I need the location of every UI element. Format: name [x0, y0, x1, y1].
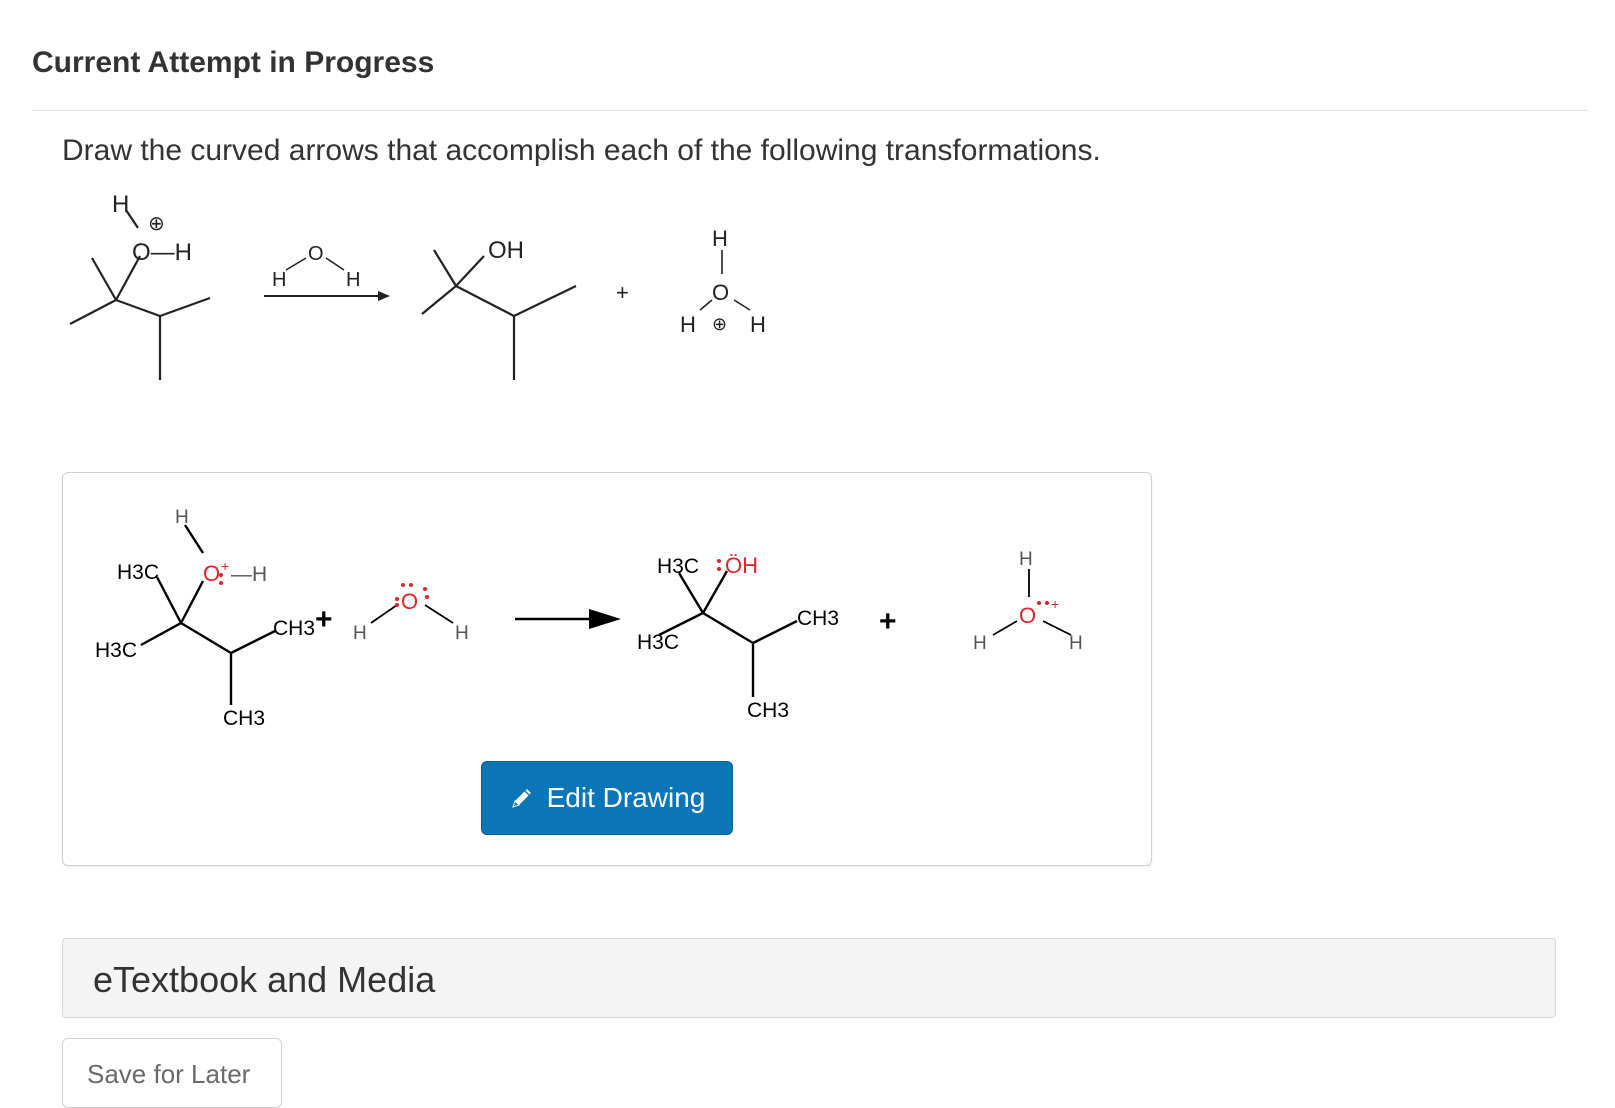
product-oh: OH	[488, 237, 524, 264]
question-prompt: Draw the curved arrows that accomplish e…	[62, 134, 1101, 167]
drawing-panel: H H3C H3C O + —H CH3 CH3 + H O H H3C H3C…	[62, 472, 1152, 866]
drawing-hydronium-oxygen: O	[1019, 603, 1036, 628]
edit-drawing-label: Edit Drawing	[546, 782, 706, 813]
drawing-hydronium-lone-pair	[1037, 601, 1049, 605]
drawing-reactant-h-right: —H	[231, 563, 267, 586]
drawing-reactant-oxygen: O	[203, 561, 220, 586]
reaction-figure: H ⊕ O—H H O H OH + H O H ⊕ H	[69, 191, 766, 380]
drawing-product-h3c-lower: H3C	[637, 631, 679, 654]
hydronium-h-top: H	[712, 226, 728, 251]
reactant-oh: O—H	[132, 239, 192, 266]
edit-drawing-button[interactable]: Edit Drawing	[481, 761, 733, 835]
drawing-product-oh: ÖH	[725, 553, 758, 578]
drawing-water-oxygen: O	[401, 589, 418, 614]
reactant-skeleton	[69, 209, 211, 380]
drawing-reactant-bonds	[140, 524, 276, 705]
drawing-reaction-arrow	[515, 609, 621, 629]
etextbook-panel[interactable]: eTextbook and Media	[62, 938, 1556, 1018]
hydronium-charge: ⊕	[712, 314, 727, 334]
save-for-later-button[interactable]: Save for Later	[62, 1038, 282, 1108]
drawing-reactant-h3c-lower: H3C	[95, 639, 137, 662]
hydronium-o: O	[712, 280, 729, 305]
drawing-water-h-right: H	[455, 623, 469, 644]
etextbook-label: eTextbook and Media	[93, 959, 436, 1000]
drawing-reactant-ch3-right: CH3	[273, 617, 315, 640]
drawing-water-h-left: H	[353, 623, 367, 644]
drawing-reactant-ch3-bottom: CH3	[223, 707, 265, 730]
drawing-hydronium-h-top: H	[1019, 549, 1033, 570]
drawing-product-bonds	[658, 570, 798, 697]
reactant-charge: ⊕	[148, 213, 165, 235]
drawing-plus-1: +	[315, 603, 333, 636]
reagent-h-right: H	[346, 269, 360, 291]
drawing-product-lone-pairs	[717, 559, 721, 571]
drawing-reactant-o-charge: +	[221, 558, 229, 574]
reaction-arrow	[264, 291, 390, 301]
plus-sign: +	[616, 280, 629, 305]
pencil-icon	[511, 789, 531, 808]
reactant-h-top: H	[112, 191, 129, 218]
drawing-hydronium-h-left: H	[973, 633, 987, 654]
drawing-product-ch3-bottom: CH3	[747, 699, 789, 722]
drawing-hydronium-h-right: H	[1069, 633, 1083, 654]
drawing-reactant-h-top: H	[175, 507, 189, 528]
title-divider	[32, 110, 1588, 111]
drawing-plus-2: +	[879, 605, 897, 638]
drawing-reactant-h3c-upper: H3C	[117, 561, 159, 584]
reagent-h-left: H	[272, 269, 286, 291]
save-for-later-label: Save for Later	[87, 1059, 251, 1089]
reagent-o: O	[308, 243, 324, 265]
drawing-product-h3c-upper: H3C	[657, 555, 699, 578]
drawing-product-ch3-right: CH3	[797, 607, 839, 630]
hydronium-h-left: H	[680, 312, 696, 337]
drawing-hydronium-charge: +	[1051, 596, 1059, 612]
product-skeleton	[421, 249, 577, 380]
section-title: Current Attempt in Progress	[32, 46, 435, 79]
hydronium-h-right: H	[750, 312, 766, 337]
